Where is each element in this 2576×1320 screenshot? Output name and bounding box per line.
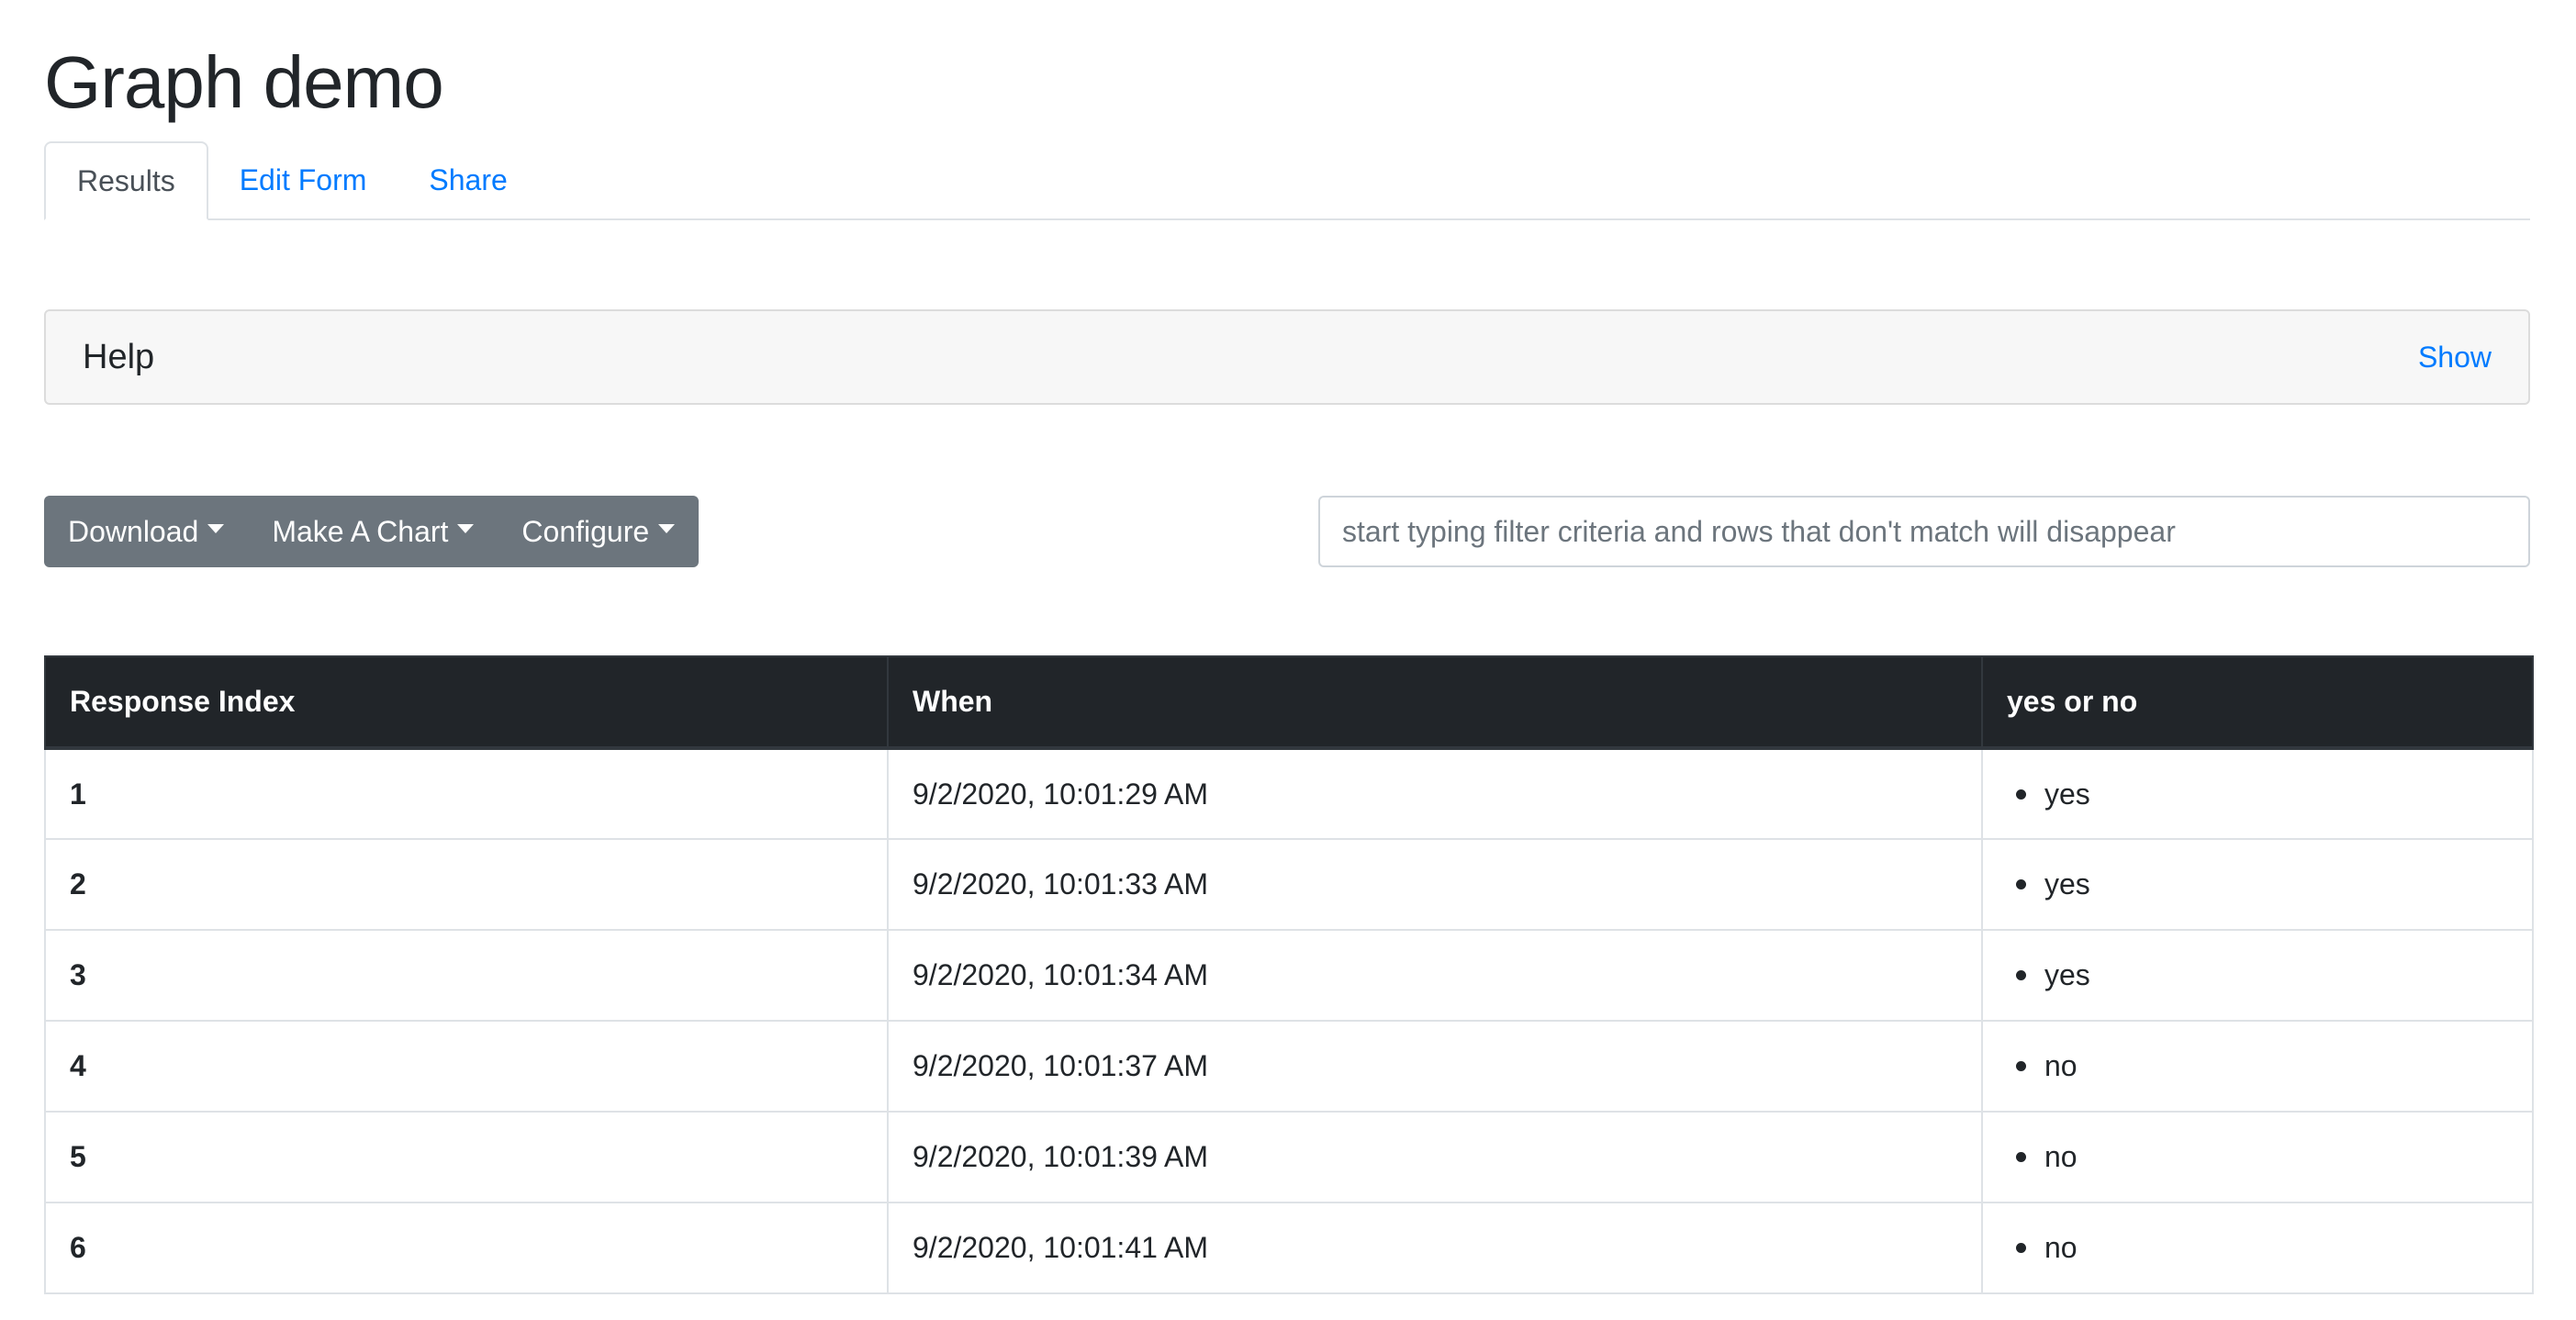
bullet-icon — [2016, 1243, 2026, 1253]
column-header-yes-or-no[interactable]: yes or no — [1981, 655, 2534, 750]
table-header-row: Response Index When yes or no — [44, 655, 2534, 750]
download-button-label: Download — [68, 514, 199, 548]
table-row: 1 9/2/2020, 10:01:29 AM yes — [44, 747, 2534, 840]
tab-edit-form[interactable]: Edit Form — [208, 141, 398, 218]
caret-down-icon — [207, 524, 225, 533]
when-cell: 9/2/2020, 10:01:41 AM — [887, 1202, 1983, 1294]
tab-share[interactable]: Share — [398, 141, 538, 218]
help-title: Help — [83, 337, 155, 376]
bullet-icon — [2016, 970, 2026, 980]
response-index-cell: 5 — [44, 1111, 889, 1203]
response-index-cell: 3 — [44, 929, 889, 1022]
response-index-cell: 1 — [44, 747, 889, 840]
page: Graph demo Results Edit Form Share Help … — [0, 0, 2576, 1320]
caret-down-icon — [658, 524, 676, 533]
table-row: 6 9/2/2020, 10:01:41 AM no — [44, 1202, 2534, 1294]
answer-cell: yes — [1981, 929, 2534, 1022]
answer-cell: yes — [1981, 747, 2534, 840]
answer-cell: yes — [1981, 838, 2534, 931]
answer-value: yes — [2044, 777, 2090, 811]
make-a-chart-dropdown-button[interactable]: Make A Chart — [248, 496, 498, 567]
when-cell: 9/2/2020, 10:01:37 AM — [887, 1020, 1983, 1113]
caret-down-icon — [457, 524, 475, 533]
when-cell: 9/2/2020, 10:01:39 AM — [887, 1111, 1983, 1203]
bullet-icon — [2016, 1152, 2026, 1162]
bullet-icon — [2016, 789, 2026, 800]
response-index-cell: 4 — [44, 1020, 889, 1113]
tab-bar: Results Edit Form Share — [44, 141, 2530, 220]
results-table: Response Index When yes or no 1 9/2/2020… — [44, 655, 2534, 1294]
answer-value: no — [2044, 1231, 2078, 1264]
table-row: 4 9/2/2020, 10:01:37 AM no — [44, 1020, 2534, 1113]
table-row: 3 9/2/2020, 10:01:34 AM yes — [44, 929, 2534, 1022]
bullet-icon — [2016, 879, 2026, 889]
table-row: 2 9/2/2020, 10:01:33 AM yes — [44, 838, 2534, 931]
help-show-link[interactable]: Show — [2418, 341, 2492, 375]
when-cell: 9/2/2020, 10:01:33 AM — [887, 838, 1983, 931]
response-index-cell: 6 — [44, 1202, 889, 1294]
answer-value: yes — [2044, 867, 2090, 901]
answer-value: yes — [2044, 958, 2090, 991]
filter-input[interactable] — [1318, 496, 2530, 567]
table-row: 5 9/2/2020, 10:01:39 AM no — [44, 1111, 2534, 1203]
column-header-response-index[interactable]: Response Index — [44, 655, 889, 750]
answer-cell: no — [1981, 1111, 2534, 1203]
answer-cell: no — [1981, 1202, 2534, 1294]
bullet-icon — [2016, 1061, 2026, 1071]
make-a-chart-button-label: Make A Chart — [272, 514, 449, 548]
when-cell: 9/2/2020, 10:01:34 AM — [887, 929, 1983, 1022]
response-index-cell: 2 — [44, 838, 889, 931]
tab-results[interactable]: Results — [44, 141, 208, 220]
page-title: Graph demo — [44, 41, 444, 123]
answer-value: no — [2044, 1049, 2078, 1082]
configure-button-label: Configure — [521, 514, 650, 548]
help-card: Help Show — [44, 309, 2530, 405]
when-cell: 9/2/2020, 10:01:29 AM — [887, 747, 1983, 840]
download-dropdown-button[interactable]: Download — [44, 496, 248, 567]
configure-dropdown-button[interactable]: Configure — [498, 496, 699, 567]
answer-cell: no — [1981, 1020, 2534, 1113]
answer-value: no — [2044, 1140, 2078, 1173]
column-header-when[interactable]: When — [887, 655, 1983, 750]
toolbar-button-group: Download Make A Chart Configure — [44, 496, 700, 567]
